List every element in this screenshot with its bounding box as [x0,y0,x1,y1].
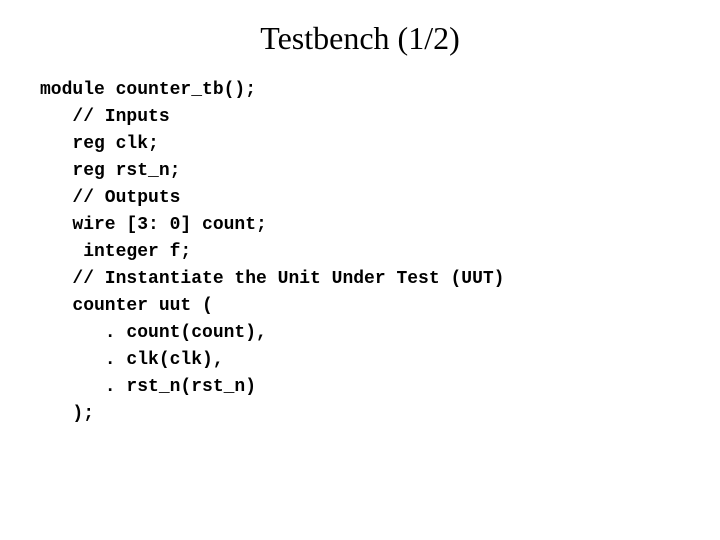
code-line: ); [40,404,94,424]
code-line: counter uut ( [40,296,213,316]
slide-title: Testbench (1/2) [40,20,680,57]
code-line: . count(count), [40,323,267,343]
code-line: // Instantiate the Unit Under Test (UUT) [40,269,504,289]
code-block: module counter_tb(); // Inputs reg clk; … [40,77,680,428]
code-line: // Outputs [40,188,180,208]
code-line: module counter_tb(); [40,80,256,100]
code-line: . clk(clk), [40,350,224,370]
code-line: wire [3: 0] count; [40,215,267,235]
code-line: reg clk; [40,134,159,154]
code-line: reg rst_n; [40,161,180,181]
code-line: integer f; [40,242,191,262]
code-line: // Inputs [40,107,170,127]
code-line: . rst_n(rst_n) [40,377,256,397]
